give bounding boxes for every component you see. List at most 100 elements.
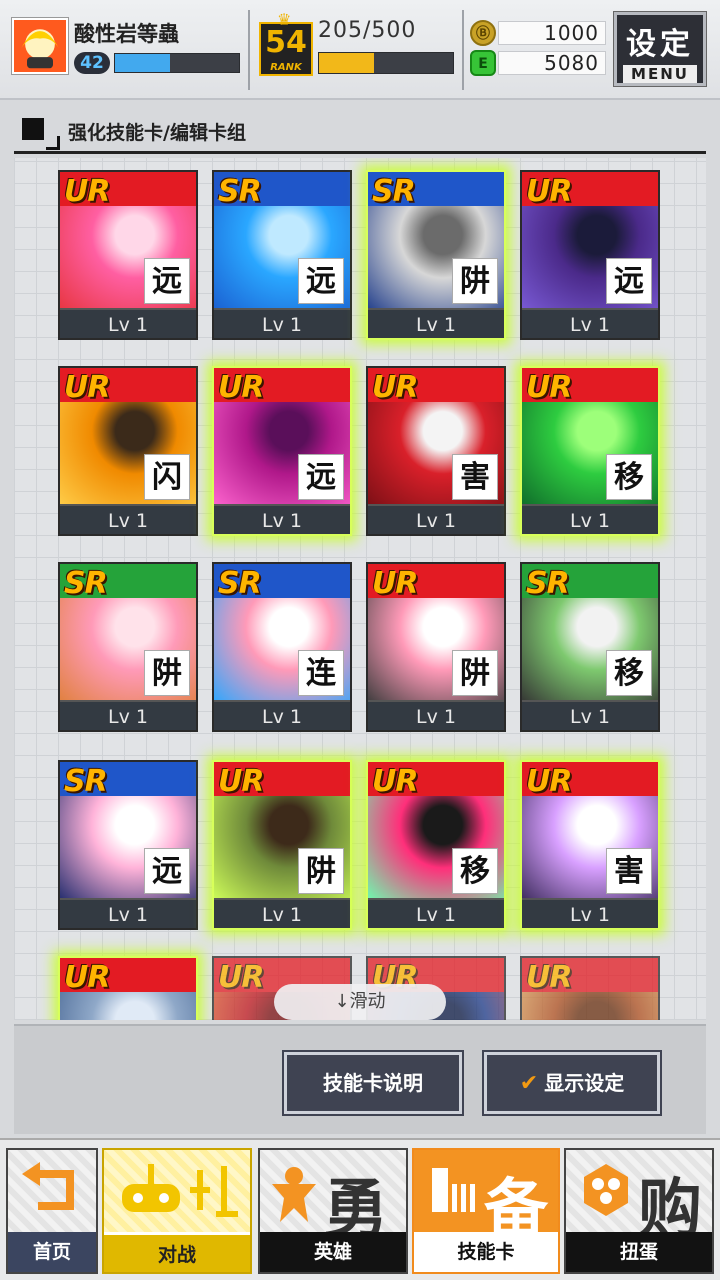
tab-icon-area: 备	[414, 1150, 558, 1247]
tab-hero-label: 英雄	[260, 1232, 406, 1272]
skill-card[interactable]: UR 阱 Lv 1	[366, 562, 506, 732]
skill-card[interactable]: UR 远 Lv 1	[58, 170, 198, 340]
section-corner-icon	[46, 136, 60, 150]
card-type: 阱	[144, 650, 190, 696]
hero-figure-icon	[272, 1167, 316, 1222]
card-level: Lv 1	[368, 504, 504, 534]
skill-card[interactable]: UR 远 Lv 1	[520, 170, 660, 340]
tab-battle[interactable]: 对战	[102, 1148, 252, 1274]
card-type: 阱	[298, 848, 344, 894]
skill-card[interactable]: SR 阱 Lv 1	[58, 562, 198, 732]
card-rarity: UR	[218, 960, 264, 995]
return-arrow-icon	[22, 1162, 74, 1210]
skill-card[interactable]: SR 移 Lv 1	[520, 562, 660, 732]
card-rarity: UR	[372, 370, 418, 405]
card-type: 远	[144, 848, 190, 894]
card-rarity: SR	[218, 174, 262, 209]
skill-card[interactable]: UR	[58, 956, 198, 1020]
tab-icon-area: 勇	[260, 1150, 406, 1247]
card-rarity: SR	[218, 566, 262, 601]
settings-label: 设定	[626, 27, 694, 62]
card-rarity: UR	[526, 174, 572, 209]
tab-skill-cards[interactable]: 备 技能卡	[412, 1148, 560, 1274]
card-type: 阱	[452, 258, 498, 304]
card-level: Lv 1	[522, 308, 658, 338]
section-title: 强化技能卡/编辑卡组	[68, 122, 246, 144]
card-type: 移	[606, 650, 652, 696]
gamepad-icon	[122, 1164, 238, 1217]
card-level: Lv 1	[60, 700, 196, 730]
scroll-hint: ↓滑动	[274, 984, 446, 1020]
skill-card[interactable]: UR 害 Lv 1	[366, 366, 506, 536]
card-level: Lv 1	[214, 898, 350, 928]
tab-icon-area	[8, 1150, 96, 1234]
gem-amount: 5080	[498, 51, 606, 75]
skill-card[interactable]: SR 连 Lv 1	[212, 562, 352, 732]
card-level: Lv 1	[368, 308, 504, 338]
tab-hero[interactable]: 勇 英雄	[258, 1148, 408, 1274]
card-level: Lv 1	[60, 504, 196, 534]
tab-battle-label: 对战	[104, 1232, 250, 1272]
player-avatar[interactable]	[12, 18, 68, 74]
card-level: Lv 1	[368, 898, 504, 928]
skill-card[interactable]: UR 阱 Lv 1	[212, 760, 352, 930]
tab-home-label: 首页	[8, 1232, 96, 1272]
card-rarity: SR	[64, 764, 108, 799]
card-rarity: UR	[218, 370, 264, 405]
gold-coin-icon: Ⓑ	[470, 20, 496, 46]
card-rarity: UR	[526, 370, 572, 405]
skill-card[interactable]: UR	[520, 956, 660, 1020]
card-type: 闪	[144, 454, 190, 500]
stamina-bar	[318, 52, 454, 74]
skill-card[interactable]: UR 移 Lv 1	[520, 366, 660, 536]
card-level: Lv 1	[522, 898, 658, 928]
xp-bar	[114, 53, 240, 73]
card-type: 远	[606, 258, 652, 304]
card-rarity: UR	[372, 764, 418, 799]
check-icon: ✔	[519, 1071, 539, 1096]
skill-card[interactable]: SR 远 Lv 1	[58, 760, 198, 930]
skill-card[interactable]: UR 移 Lv 1	[366, 760, 506, 930]
action-panel: 技能卡说明 ✔ 显示设定	[14, 1024, 706, 1134]
skill-card-help-button[interactable]: 技能卡说明	[282, 1050, 464, 1116]
stamina-bar-fill	[319, 53, 374, 73]
card-rarity: UR	[64, 174, 110, 209]
card-rarity: SR	[372, 174, 416, 209]
gacha-capsule-icon	[584, 1164, 628, 1216]
card-stack-icon	[432, 1168, 475, 1212]
divider	[462, 10, 464, 90]
card-type: 远	[298, 258, 344, 304]
tab-gacha[interactable]: 购 扭蛋	[564, 1148, 714, 1274]
card-rarity: UR	[64, 960, 110, 995]
skill-card[interactable]: UR 害 Lv 1	[520, 760, 660, 930]
settings-menu-button[interactable]: 设定 MENU	[613, 11, 707, 87]
rank-number: 54	[265, 25, 307, 60]
stamina-text: 205/500	[318, 18, 417, 43]
skill-card[interactable]: UR 远 Lv 1	[212, 366, 352, 536]
xp-bar-fill	[115, 54, 170, 72]
card-level: Lv 1	[214, 308, 350, 338]
card-rarity: SR	[64, 566, 108, 601]
top-status-bar: 酸性岩等蟲 42 ♛ 54 RANK 205/500 Ⓑ 1000 E 5080…	[0, 0, 720, 100]
card-type: 阱	[452, 650, 498, 696]
card-type: 害	[452, 454, 498, 500]
card-type: 移	[606, 454, 652, 500]
card-rarity: UR	[526, 960, 572, 995]
tab-icon-area	[104, 1150, 250, 1234]
tab-gacha-label: 扭蛋	[566, 1232, 712, 1272]
card-type: 移	[452, 848, 498, 894]
player-level-badge: 42	[74, 52, 110, 74]
section-square-icon	[22, 118, 44, 140]
gold-amount: 1000	[498, 21, 606, 45]
skill-card[interactable]: SR 阱 Lv 1	[366, 170, 506, 340]
card-level: Lv 1	[60, 898, 196, 928]
display-settings-button[interactable]: ✔ 显示设定	[482, 1050, 662, 1116]
skill-card-grid[interactable]: UR 远 Lv 1 SR 远 Lv 1 SR 阱 Lv 1 UR 远 Lv 1 UR 闪 Lv 1 UR 远 Lv…	[14, 158, 706, 1020]
divider	[248, 10, 250, 90]
tab-icon-area: 购	[566, 1150, 712, 1247]
skill-card[interactable]: UR 闪 Lv 1	[58, 366, 198, 536]
card-rarity: UR	[218, 764, 264, 799]
tab-home[interactable]: 首页	[6, 1148, 98, 1274]
skill-card[interactable]: SR 远 Lv 1	[212, 170, 352, 340]
player-name: 酸性岩等蟲	[74, 22, 179, 46]
